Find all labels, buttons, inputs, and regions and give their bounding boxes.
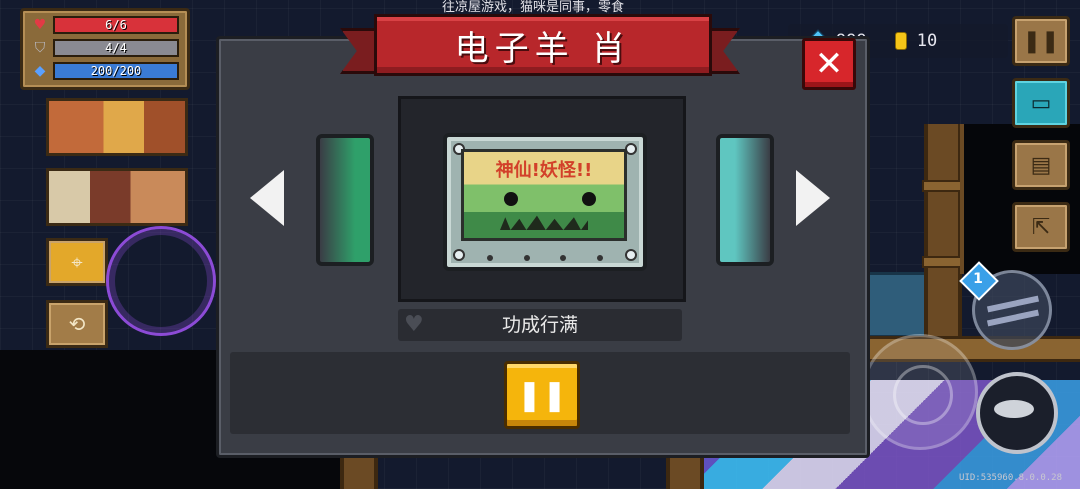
- console-button[interactable]: ▭: [1012, 78, 1070, 128]
- coin-icon: [894, 32, 907, 50]
- health-bar: 6/6: [53, 16, 179, 34]
- pause-icon: ❚❚: [516, 377, 568, 413]
- screw: [453, 249, 465, 261]
- dagger-icon: [986, 295, 1040, 313]
- health-value: 6/6: [105, 18, 127, 32]
- swap-icon: ⟲: [68, 312, 86, 336]
- cartridge-eye-left: [504, 192, 518, 206]
- swap-button[interactable]: ⟲: [46, 300, 108, 348]
- exit-button[interactable]: ⇱: [1012, 202, 1070, 252]
- shield-icon: ⛉: [34, 40, 46, 56]
- armor-bar: 4/4: [53, 39, 179, 57]
- next-item-preview[interactable]: [716, 134, 774, 266]
- cartridge-figures: [500, 215, 588, 230]
- item-name: 功成行满: [501, 314, 578, 336]
- weapon-switch-button[interactable]: 1: [959, 261, 1052, 350]
- title-banner: 电子羊 肖: [340, 14, 740, 76]
- skill-button[interactable]: [976, 372, 1058, 454]
- dagger-icon-2: [986, 309, 1040, 327]
- cartridge-title: 神仙!妖怪!!: [495, 160, 593, 181]
- prev-item-arrow[interactable]: [250, 170, 284, 226]
- item-action-button[interactable]: ❚❚: [504, 361, 580, 429]
- buff-portrait-top[interactable]: [46, 98, 188, 156]
- chat-button[interactable]: ▤: [1012, 140, 1070, 190]
- cartridge-pins: [487, 255, 603, 261]
- exit-icon: ⇱: [1031, 214, 1051, 240]
- health-row: ♥ 6/6: [31, 16, 179, 34]
- pause-game-button[interactable]: ❚❚: [1012, 16, 1070, 66]
- item-showcase: 神仙!妖怪!!: [398, 96, 686, 302]
- joystick-knob[interactable]: [893, 365, 953, 425]
- ammo-count: 1: [973, 271, 983, 287]
- prev-item-preview[interactable]: [316, 134, 374, 266]
- stone-ledge: [864, 272, 930, 338]
- uid-label: UID:535960.8.0.0.28: [959, 473, 1062, 483]
- armor-row: ⛉ 4/4: [31, 39, 179, 57]
- energy-diamond-icon: ◆: [34, 63, 46, 79]
- heart-icon: ♥: [33, 17, 47, 33]
- armor-value: 4/4: [105, 41, 127, 55]
- game-cartridge: 神仙!妖怪!!: [443, 133, 647, 271]
- console-icon: ▭: [1030, 90, 1052, 116]
- energy-value: 200/200: [90, 64, 142, 78]
- map-pin-button[interactable]: ⌖: [46, 238, 108, 286]
- wood-pillar-right: [922, 124, 964, 344]
- close-button[interactable]: ✕: [802, 38, 856, 90]
- banner-body: 电子羊 肖: [374, 14, 712, 76]
- dialog-title: 电子羊 肖: [454, 28, 632, 69]
- cartridge-label-art: 神仙!妖怪!!: [461, 149, 627, 241]
- magic-circle: [106, 226, 216, 336]
- energy-row: ◆ 200/200: [31, 62, 179, 80]
- buff-portrait-bottom[interactable]: [46, 168, 188, 226]
- next-item-arrow[interactable]: [796, 170, 830, 226]
- aim-joystick[interactable]: [862, 334, 978, 450]
- cartridge-eye-right: [582, 192, 596, 206]
- coin-count: 10: [916, 31, 938, 51]
- map-pin-icon: ⌖: [71, 250, 83, 274]
- skill-icon: [994, 400, 1034, 418]
- top-hint-text: 往凉屋游戏，猫咪是同事，零食: [442, 0, 625, 15]
- screw: [625, 249, 637, 261]
- chat-icon: ▤: [1030, 152, 1052, 178]
- pause-icon: ❚❚: [1022, 28, 1060, 54]
- energy-bar: 200/200: [53, 62, 179, 80]
- item-name-bar: ♥ 功成行满: [398, 309, 682, 341]
- player-stats-panel: ♥ 6/6 ⛉ 4/4 ◆ 200/200: [20, 8, 190, 90]
- close-icon: ✕: [814, 44, 844, 84]
